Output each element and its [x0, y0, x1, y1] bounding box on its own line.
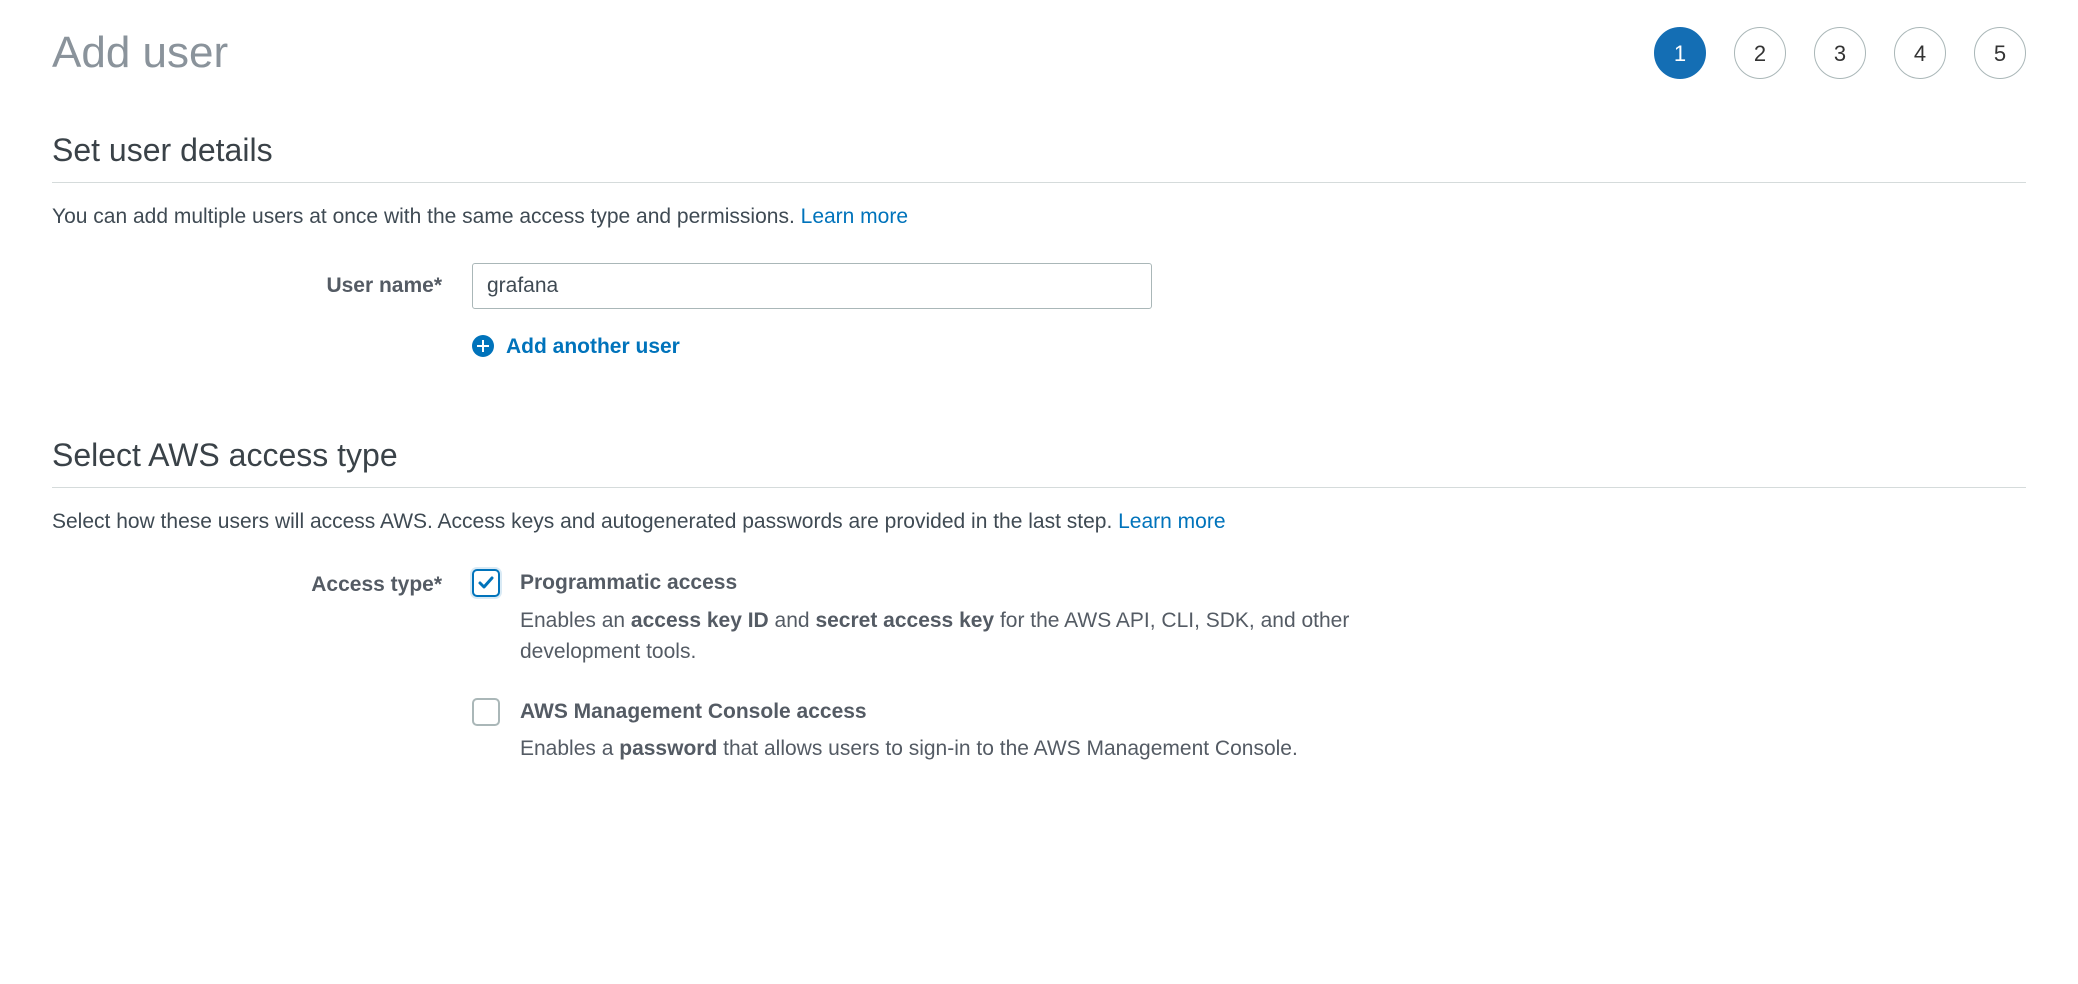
section-user-details-heading: Set user details: [52, 126, 2026, 174]
section-user-details-desc-text: You can add multiple users at once with …: [52, 205, 801, 228]
username-input[interactable]: [472, 263, 1152, 309]
learn-more-link-user-details[interactable]: Learn more: [801, 205, 908, 228]
option-desc-text: Enables a: [520, 737, 619, 760]
option-desc-bold: password: [619, 737, 717, 760]
section-access-type-desc: Select how these users will access AWS. …: [52, 506, 2026, 538]
option-console-title: AWS Management Console access: [520, 696, 1420, 728]
checkbox-console-access[interactable]: [472, 698, 500, 726]
section-access-type-heading: Select AWS access type: [52, 431, 2026, 479]
checkbox-programmatic-access[interactable]: [472, 569, 500, 597]
access-type-label: Access type*: [52, 567, 472, 668]
learn-more-link-access-type[interactable]: Learn more: [1118, 510, 1225, 533]
username-label: User name*: [52, 270, 472, 302]
plus-circle-icon: [472, 335, 494, 357]
option-desc-text: that allows users to sign-in to the AWS …: [717, 737, 1298, 760]
option-programmatic-desc: Enables an access key ID and secret acce…: [520, 605, 1420, 668]
divider: [52, 182, 2026, 183]
divider: [52, 487, 2026, 488]
add-another-user-button[interactable]: Add another user: [472, 331, 680, 363]
option-desc-bold: access key ID: [631, 609, 769, 632]
wizard-step-2[interactable]: 2: [1734, 27, 1786, 79]
wizard-step-5[interactable]: 5: [1974, 27, 2026, 79]
option-desc-bold: secret access key: [815, 609, 994, 632]
section-access-type: Select AWS access type Select how these …: [52, 431, 2026, 765]
wizard-step-3[interactable]: 3: [1814, 27, 1866, 79]
option-programmatic-title: Programmatic access: [520, 567, 1420, 599]
wizard-step-4[interactable]: 4: [1894, 27, 1946, 79]
wizard-step-1[interactable]: 1: [1654, 27, 1706, 79]
section-access-type-desc-text: Select how these users will access AWS. …: [52, 510, 1118, 533]
add-another-user-label: Add another user: [506, 331, 680, 363]
option-desc-text: Enables an: [520, 609, 631, 632]
option-desc-text: and: [769, 609, 816, 632]
option-console-desc: Enables a password that allows users to …: [520, 733, 1420, 765]
section-user-details-desc: You can add multiple users at once with …: [52, 201, 2026, 233]
page-title: Add user: [52, 20, 228, 86]
wizard-steps: 1 2 3 4 5: [1654, 27, 2026, 79]
section-user-details: Set user details You can add multiple us…: [52, 126, 2026, 367]
